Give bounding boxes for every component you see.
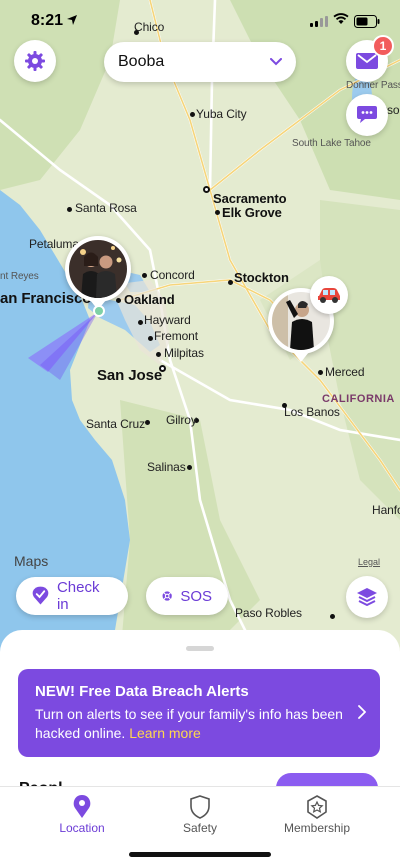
unread-badge: 1 bbox=[372, 35, 394, 57]
place-donner-pass: Donner Pass bbox=[346, 80, 400, 91]
messages-button[interactable]: 1 bbox=[346, 35, 394, 82]
signal-icon bbox=[310, 16, 328, 27]
home-indicator bbox=[129, 852, 271, 857]
city-oakland: Oakland bbox=[124, 292, 175, 307]
tab-label: Safety bbox=[182, 821, 218, 835]
map-layers-button[interactable] bbox=[346, 576, 388, 618]
location-arrow-icon bbox=[67, 15, 77, 25]
member-avatar-pin[interactable] bbox=[65, 236, 131, 310]
city-dot bbox=[156, 352, 161, 357]
city-dot bbox=[145, 420, 150, 425]
city-dot bbox=[142, 273, 147, 278]
avatar bbox=[69, 240, 127, 298]
maps-attribution: Maps bbox=[14, 553, 49, 569]
city-dot bbox=[187, 465, 192, 470]
chevron-right-icon bbox=[358, 705, 366, 719]
city-dot bbox=[318, 370, 323, 375]
tab-membership[interactable]: Membership bbox=[257, 793, 377, 835]
check-in-pin-icon bbox=[32, 586, 49, 605]
city-dot bbox=[228, 280, 233, 285]
map-view[interactable]: Chico Yuba City Carson City Donner Pass … bbox=[0, 0, 400, 660]
check-in-button[interactable]: Check in bbox=[16, 577, 128, 615]
sos-button[interactable]: SOS bbox=[146, 577, 228, 615]
legal-link[interactable]: Legal bbox=[358, 557, 380, 567]
chat-button[interactable] bbox=[346, 94, 388, 136]
tab-location[interactable]: Location bbox=[22, 793, 142, 835]
state-california: CALIFORNIA bbox=[322, 393, 395, 405]
city-stockton: Stockton bbox=[234, 270, 289, 285]
data-breach-promo-banner[interactable]: NEW! Free Data Breach Alerts Turn on ale… bbox=[18, 669, 380, 757]
city-sacramento: Sacramento bbox=[213, 191, 287, 206]
city-dot bbox=[330, 614, 335, 619]
status-time: 8:21 bbox=[31, 12, 64, 29]
circle-selector-dropdown[interactable]: Booba bbox=[104, 42, 296, 82]
city-dot bbox=[67, 207, 72, 212]
city-elk-grove: Elk Grove bbox=[222, 205, 282, 220]
tab-label: Location bbox=[59, 821, 105, 835]
city-dot bbox=[138, 320, 143, 325]
driving-indicator bbox=[310, 276, 348, 314]
star-badge-icon bbox=[307, 795, 327, 819]
gear-icon bbox=[25, 51, 45, 71]
sheet-grabber[interactable] bbox=[186, 646, 214, 651]
check-in-label: Check in bbox=[56, 579, 100, 613]
car-icon bbox=[318, 288, 340, 303]
tab-label: Membership bbox=[283, 821, 351, 835]
city-los-banos: Los Banos bbox=[284, 405, 340, 419]
city-gilroy: Gilroy bbox=[166, 413, 197, 427]
lifebuoy-icon bbox=[162, 591, 172, 601]
city-santa-cruz: Santa Cruz bbox=[86, 417, 146, 431]
envelope-icon bbox=[356, 53, 378, 69]
city-salinas: Salinas bbox=[147, 460, 186, 474]
city-dot bbox=[190, 112, 195, 117]
capital-dot bbox=[203, 186, 210, 193]
shield-icon bbox=[190, 795, 210, 819]
location-pin-icon bbox=[73, 795, 91, 818]
chat-bubble-icon bbox=[357, 106, 377, 123]
settings-button[interactable] bbox=[14, 40, 56, 82]
status-bar: 8:21 bbox=[0, 0, 400, 44]
city-merced: Merced bbox=[325, 365, 365, 379]
city-hanford: Hanfo bbox=[372, 503, 400, 517]
place-south-lake-tahoe: South Lake Tahoe bbox=[292, 138, 371, 149]
sos-label: SOS bbox=[180, 587, 212, 605]
promo-title: NEW! Free Data Breach Alerts bbox=[35, 683, 249, 700]
circle-name: Booba bbox=[118, 53, 165, 70]
city-santa-rosa: Santa Rosa bbox=[75, 201, 137, 215]
city-concord: Concord bbox=[150, 268, 195, 282]
city-dot bbox=[215, 210, 220, 215]
city-san-jose: San Jose bbox=[97, 367, 163, 384]
city-hayward: Hayward bbox=[144, 313, 191, 327]
city-dot bbox=[148, 336, 153, 341]
city-milpitas: Milpitas bbox=[164, 346, 204, 360]
city-yuba-city: Yuba City bbox=[196, 107, 247, 121]
city-fremont: Fremont bbox=[154, 329, 198, 343]
tab-safety[interactable]: Safety bbox=[140, 793, 260, 835]
chevron-down-icon bbox=[270, 58, 282, 66]
map-terrain bbox=[0, 0, 400, 660]
place-point-reyes: nt Reyes bbox=[0, 271, 39, 282]
wifi-icon bbox=[333, 13, 349, 24]
member-location-dot bbox=[93, 305, 105, 317]
battery-icon bbox=[354, 15, 380, 28]
layers-icon bbox=[357, 588, 377, 606]
learn-more-link[interactable]: Learn more bbox=[129, 725, 201, 741]
city-paso-robles: Paso Robles bbox=[235, 606, 302, 620]
promo-body: Turn on alerts to see if your family's i… bbox=[35, 706, 343, 741]
